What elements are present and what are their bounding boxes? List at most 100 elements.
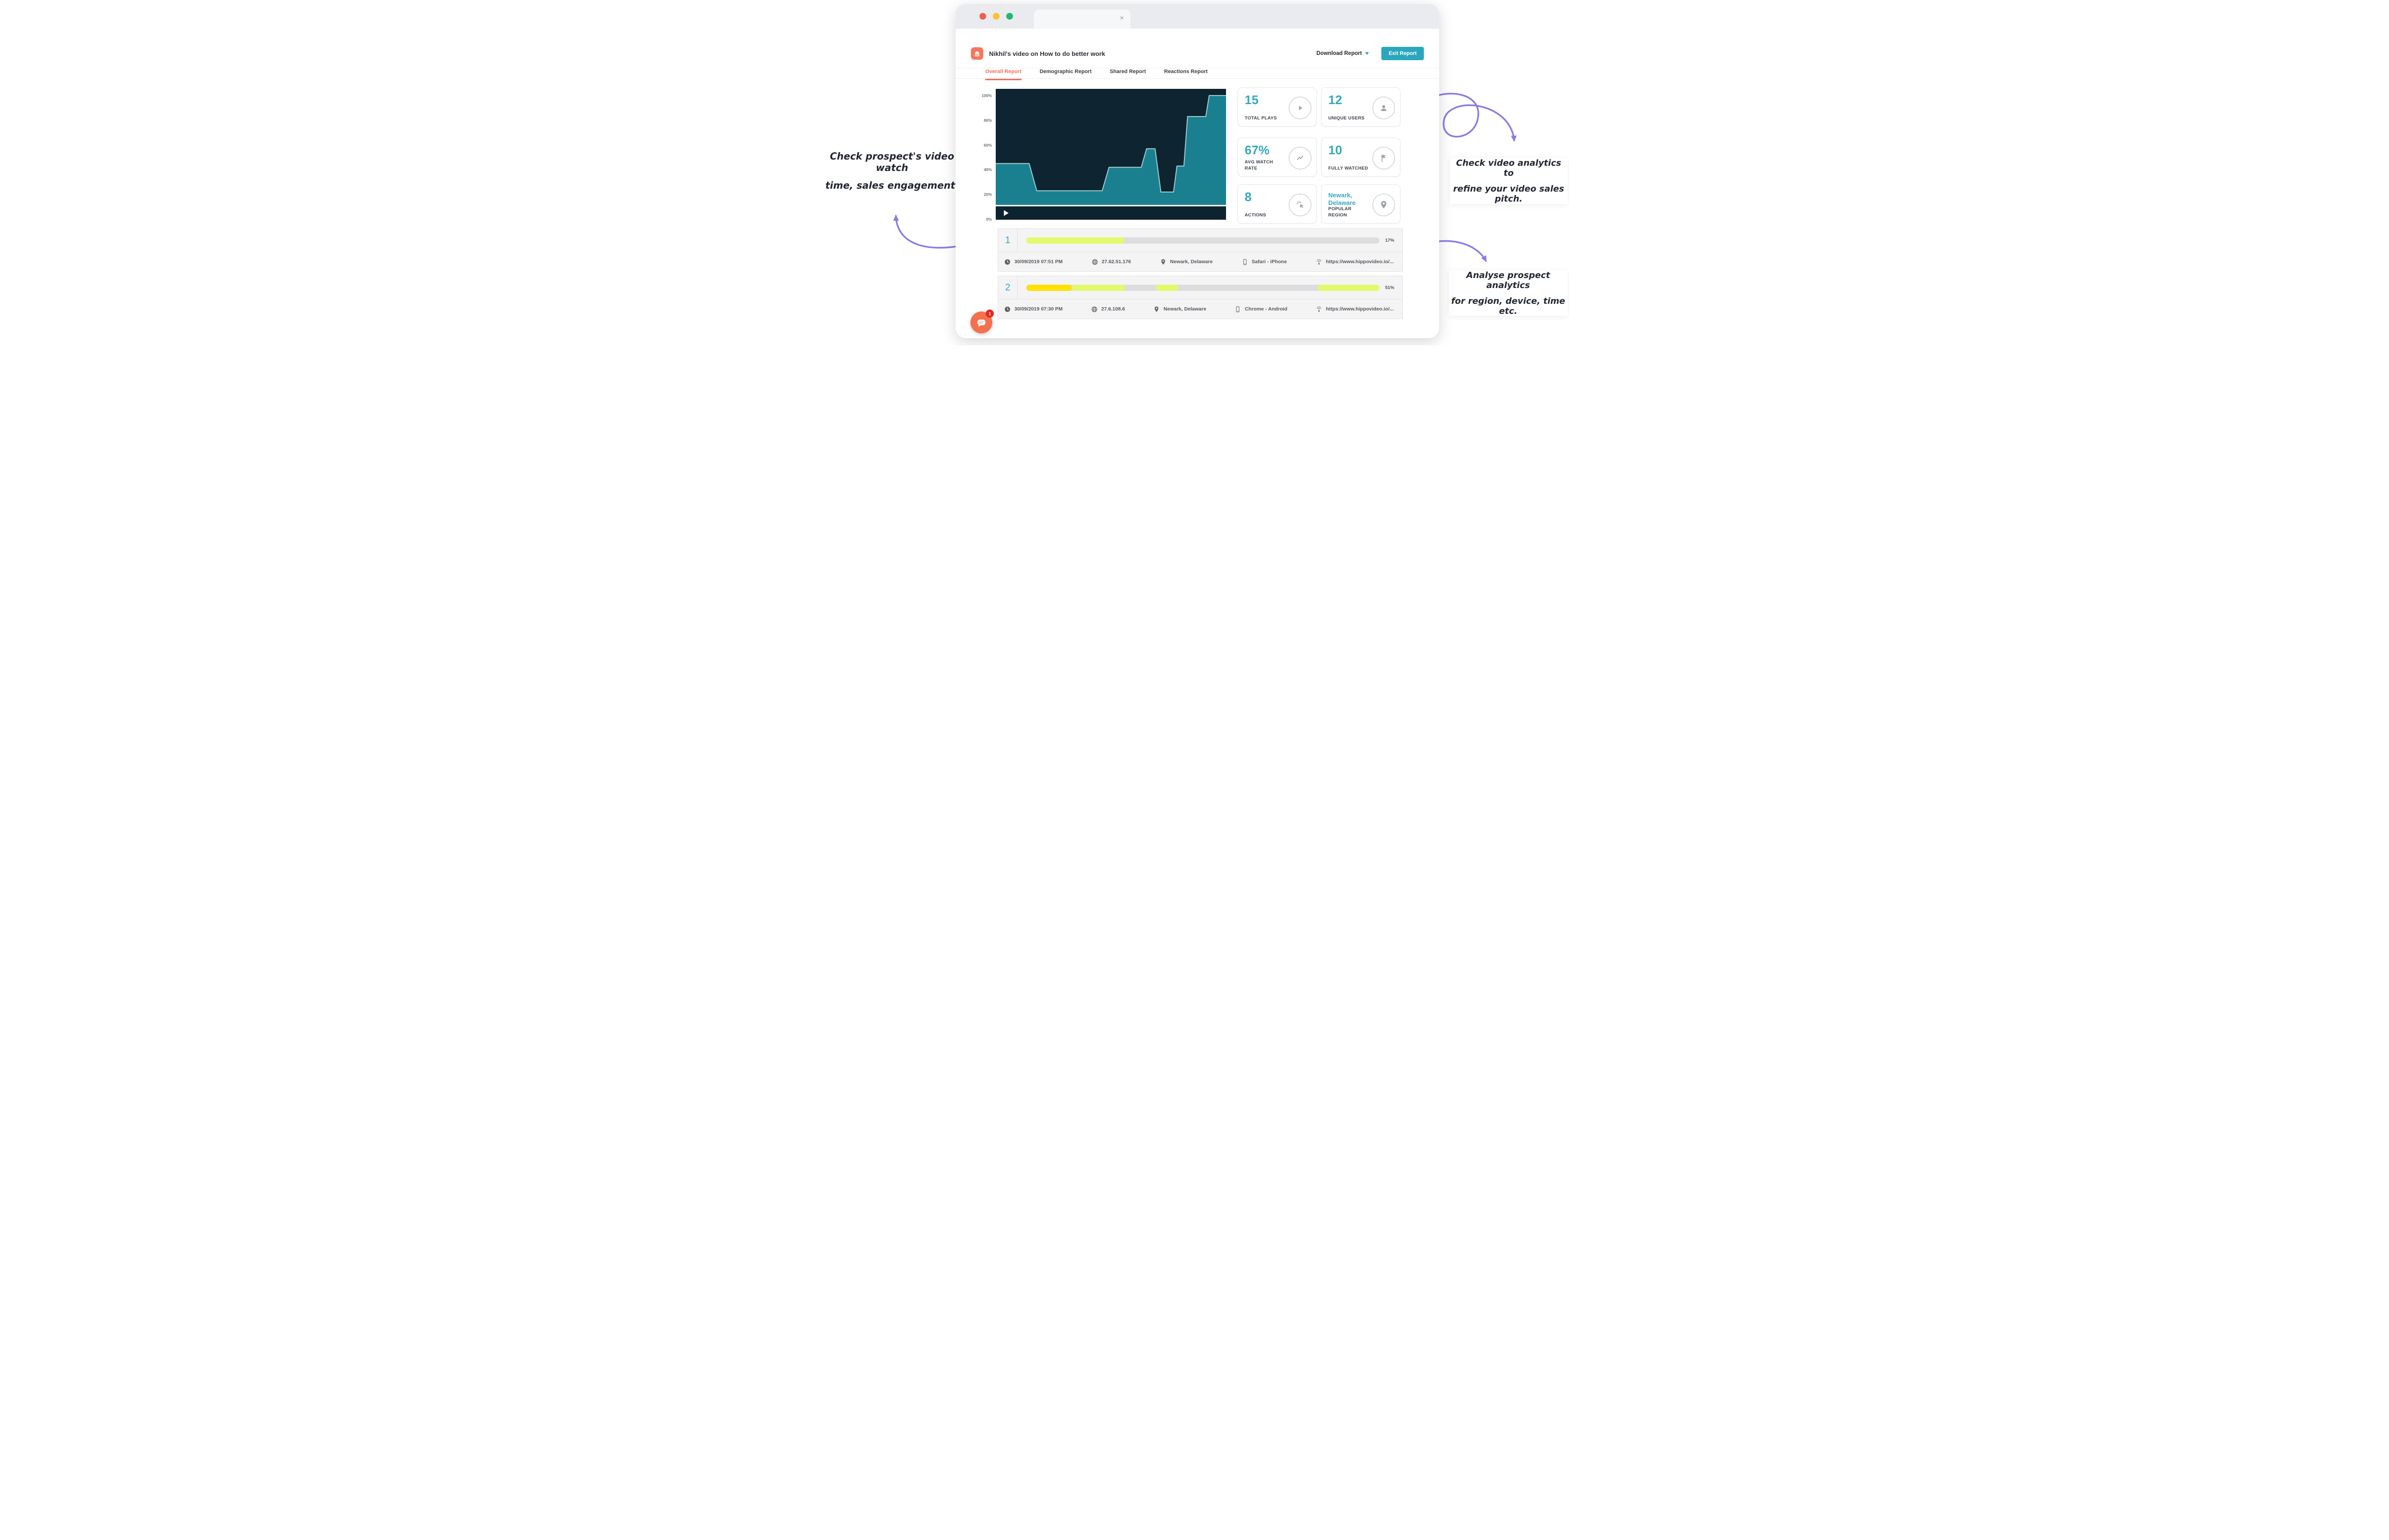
- watch-percent: 17%: [1385, 238, 1402, 243]
- stat-label: TOTAL PLAYS: [1245, 116, 1286, 121]
- watched-segment: [1156, 285, 1178, 291]
- download-report-label: Download Report: [1316, 51, 1362, 56]
- play-icon: [1289, 96, 1312, 119]
- stat-card-fully-watched: 10 FULLY WATCHED: [1321, 138, 1400, 177]
- watch-percent: 51%: [1385, 285, 1402, 290]
- watch-heatmap-bar: [1026, 237, 1379, 244]
- flag-icon: [1372, 147, 1395, 170]
- watched-segment: [1072, 285, 1125, 291]
- chat-unread-badge: 1: [986, 310, 994, 318]
- tab-overall-report[interactable]: Overall Report: [985, 69, 1022, 80]
- annotation-line: Check video analytics to: [1450, 158, 1568, 178]
- y-axis-tick: 80%: [966, 118, 992, 123]
- session-time: 30/09/2019 07:51 PM: [1004, 258, 1063, 266]
- watched-segment: [1026, 237, 1124, 244]
- user-icon: [1372, 96, 1395, 119]
- stat-label: UNIQUE USERS: [1328, 116, 1369, 121]
- browser-titlebar: ×: [956, 4, 1439, 29]
- session-device: Chrome - Android: [1234, 306, 1287, 313]
- annotation-watch-time: Check prospect's video watch time, sales…: [820, 149, 964, 192]
- annotation-line: refine your video sales pitch.: [1450, 184, 1568, 204]
- chevron-down-icon: [1365, 52, 1369, 55]
- hippo-video-logo-icon: [971, 47, 983, 60]
- stat-card-total-plays: 15 TOTAL PLAYS: [1238, 87, 1317, 127]
- watch-rate-chart: [996, 89, 1226, 220]
- pin-icon: [1160, 258, 1167, 266]
- annotation-video-analytics: Check video analytics to refine your vid…: [1450, 158, 1568, 204]
- globe-icon: [1091, 306, 1098, 313]
- stat-label: AVG WATCH RATE: [1245, 160, 1286, 171]
- stat-value: 8: [1245, 191, 1251, 203]
- annotation-line: Check prospect's video watch: [820, 149, 964, 175]
- stat-value: 10: [1328, 144, 1342, 156]
- watched-segment: [1318, 285, 1379, 291]
- y-axis-tick: 0%: [966, 217, 992, 222]
- stat-label: ACTIONS: [1245, 213, 1286, 218]
- stat-card-avg-watch-rate: 67% AVG WATCH RATE: [1238, 138, 1317, 177]
- stat-value: 15: [1245, 94, 1259, 106]
- viewer-session-row[interactable]: 1 17% 30/09/2019 07:51 PM 27.62.51.176: [998, 228, 1403, 272]
- watch-heatmap-bar: [1026, 285, 1379, 291]
- maximize-window-button[interactable]: [1006, 13, 1013, 20]
- report-header: Nikhil's video on How to do better work …: [971, 44, 1424, 63]
- globe-icon: [1091, 258, 1098, 266]
- browser-tab[interactable]: ×: [1034, 10, 1130, 29]
- session-device: Safari - iPhone: [1241, 258, 1287, 266]
- minimize-window-button[interactable]: [993, 13, 1000, 20]
- y-axis-tick: 60%: [966, 143, 992, 148]
- stat-label: POPULAR REGION: [1328, 206, 1369, 218]
- session-source-url[interactable]: https://www.hippovideo.io/...: [1315, 306, 1394, 313]
- stat-card-actions: 8 ACTIONS: [1238, 184, 1317, 224]
- page-title: Nikhil's video on How to do better work: [989, 50, 1105, 57]
- smartphone-icon: [1241, 258, 1248, 266]
- report-tabs: Overall Report Demographic Report Shared…: [985, 69, 1207, 80]
- pin-icon: [1153, 306, 1160, 313]
- close-window-button[interactable]: [979, 13, 986, 20]
- annotation-line: Analyse prospect analytics: [1449, 270, 1568, 290]
- video-player-controls: [996, 206, 1226, 220]
- session-location: Newark, Delaware: [1160, 258, 1213, 266]
- trend-icon: [1289, 147, 1312, 170]
- chat-widget-button[interactable]: 1: [970, 311, 992, 333]
- smartphone-icon: [1234, 306, 1241, 313]
- chat-bubble-icon: [976, 317, 987, 329]
- exit-report-button[interactable]: Exit Report: [1381, 47, 1424, 60]
- broadcast-icon: [1315, 258, 1323, 266]
- session-location: Newark, Delaware: [1153, 306, 1206, 313]
- annotation-line: time, sales engagement.: [821, 178, 962, 192]
- annotation-line: for region, device, time etc.: [1449, 296, 1568, 316]
- browser-window: × Nikhil's video on How to do better wor…: [956, 4, 1439, 338]
- stat-card-popular-region: Newark, Delaware POPULAR REGION: [1321, 184, 1400, 224]
- broadcast-icon: [1315, 306, 1323, 313]
- stat-value: 67%: [1245, 144, 1270, 156]
- stat-card-unique-users: 12 UNIQUE USERS: [1321, 87, 1400, 127]
- click-icon: [1289, 193, 1312, 216]
- tab-reactions-report[interactable]: Reactions Report: [1164, 69, 1207, 80]
- page: Check prospect's video watch time, sales…: [820, 0, 1569, 345]
- tab-demographic-report[interactable]: Demographic Report: [1040, 69, 1092, 80]
- y-axis-tick: 20%: [966, 192, 992, 197]
- stat-value: Newark, Delaware: [1328, 192, 1366, 207]
- report-page: Nikhil's video on How to do better work …: [956, 29, 1439, 338]
- y-axis-tick: 40%: [966, 167, 992, 172]
- session-time: 30/09/2019 07:30 PM: [1004, 306, 1063, 313]
- watched-segment: [1026, 285, 1072, 291]
- clock-icon: [1004, 258, 1011, 266]
- stat-value: 12: [1328, 94, 1342, 106]
- download-report-button[interactable]: Download Report: [1316, 51, 1369, 56]
- session-ip: 27.6.108.6: [1091, 306, 1125, 313]
- annotation-prospect-analytics: Analyse prospect analytics for region, d…: [1449, 270, 1568, 316]
- session-source-url[interactable]: https://www.hippovideo.io/...: [1315, 258, 1394, 266]
- clock-icon: [1004, 306, 1011, 313]
- stat-label: FULLY WATCHED: [1328, 166, 1369, 171]
- session-number: 2: [998, 276, 1018, 299]
- play-button[interactable]: [1004, 210, 1009, 216]
- watch-rate-area: [996, 89, 1226, 220]
- close-tab-icon[interactable]: ×: [1120, 14, 1124, 21]
- tab-shared-report[interactable]: Shared Report: [1110, 69, 1146, 80]
- watch-rate-fill: [996, 96, 1226, 220]
- session-number: 1: [998, 229, 1018, 252]
- pin-icon: [1372, 193, 1395, 216]
- y-axis-tick: 100%: [966, 93, 992, 98]
- viewer-session-row[interactable]: 2 51% 30/09/2019 07:30 PM 27.6.108.6: [998, 276, 1403, 319]
